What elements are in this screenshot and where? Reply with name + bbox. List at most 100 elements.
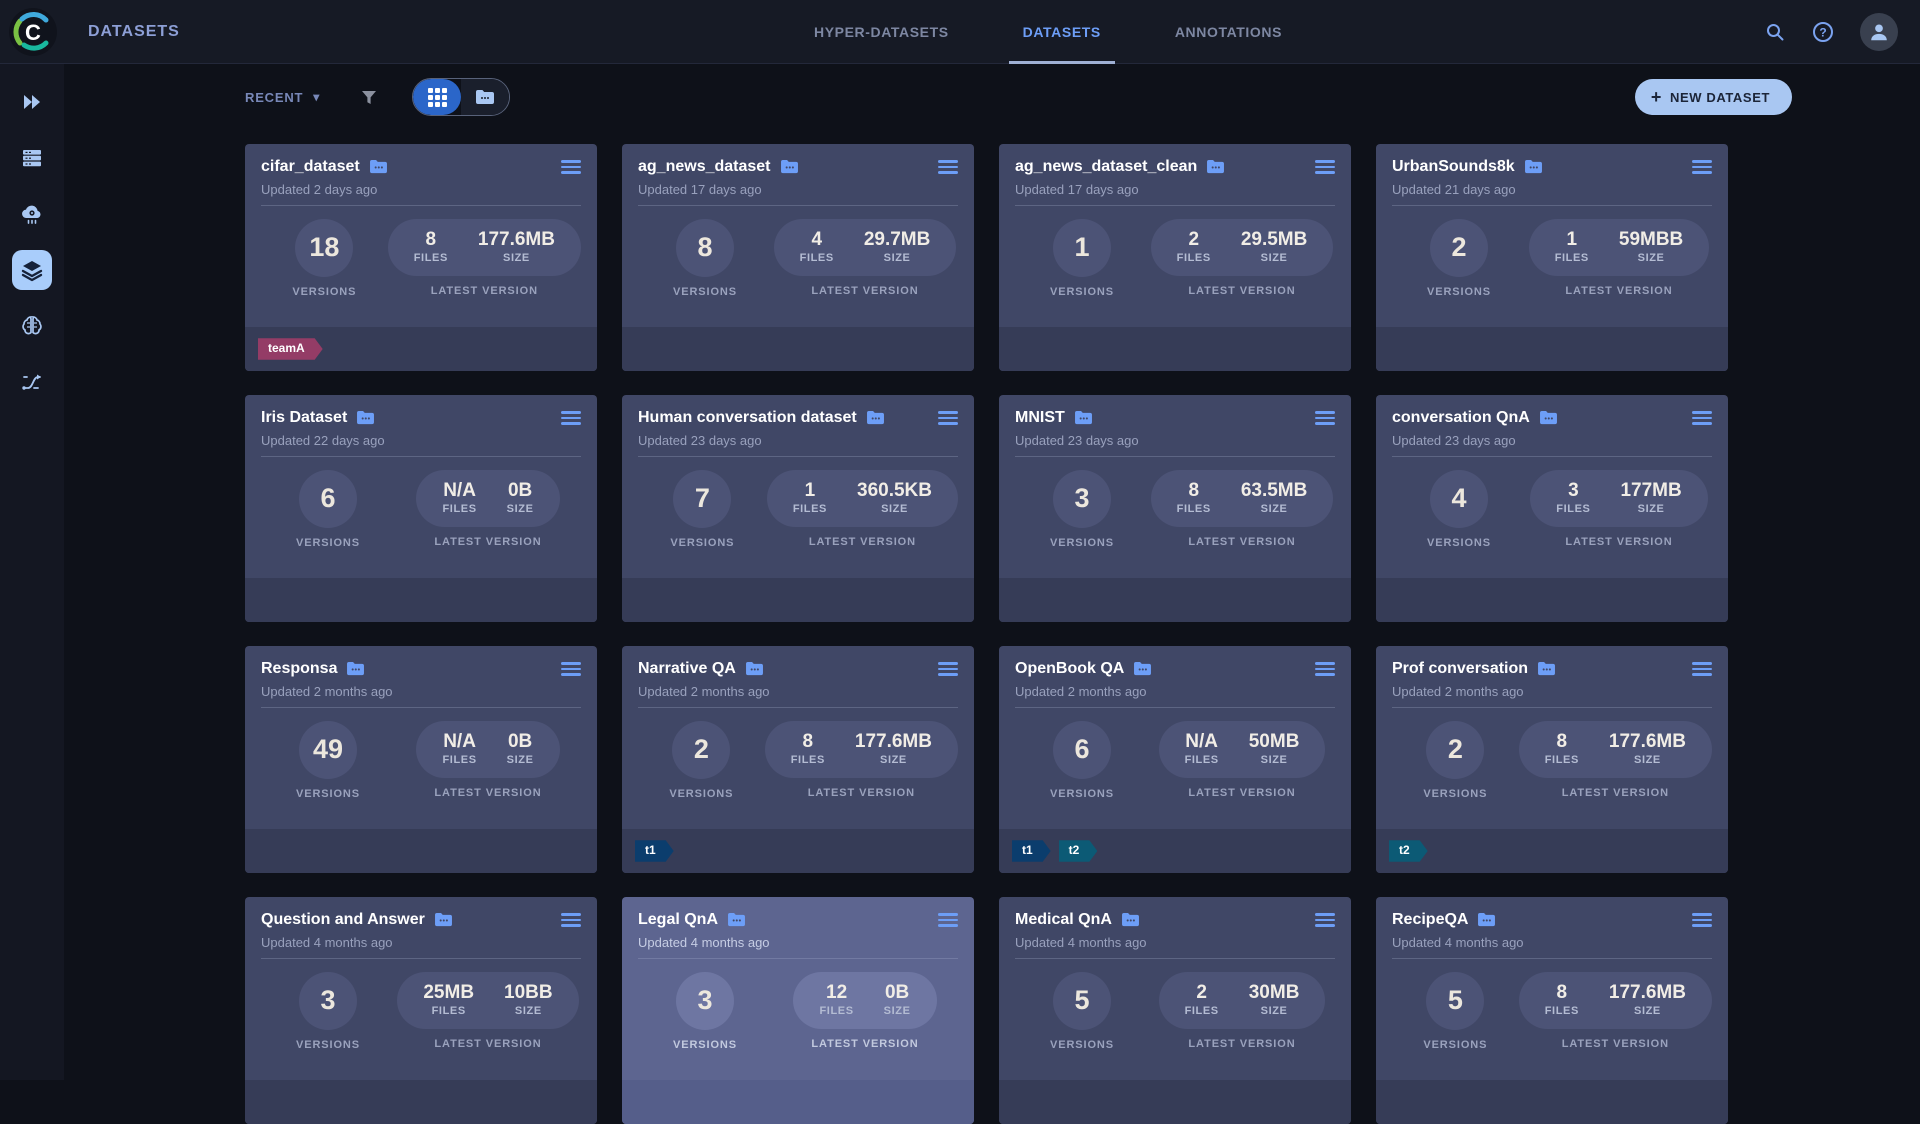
latest-version-pill: 2 FILES 30MB SIZE <box>1158 971 1326 1029</box>
sidebar-item-workers-queues[interactable] <box>12 138 52 178</box>
dataset-card[interactable]: Human conversation dataset Updated 23 da… <box>622 395 974 622</box>
dataset-tag[interactable]: t1 <box>1012 840 1051 861</box>
card-menu-button[interactable] <box>938 659 958 679</box>
card-menu-button[interactable] <box>1692 157 1712 177</box>
card-menu-button[interactable] <box>938 408 958 428</box>
versions-label: VERSIONS <box>295 1038 361 1051</box>
dataset-name[interactable]: Legal QnA <box>638 911 718 929</box>
size-value: 50MB <box>1248 730 1300 752</box>
size-label: SIZE <box>1260 1005 1288 1018</box>
tag-list <box>622 1080 974 1124</box>
dataset-name[interactable]: OpenBook QA <box>1015 660 1124 678</box>
files-label: FILES <box>431 1005 466 1018</box>
tag-list: t1 <box>622 829 974 873</box>
dataset-card[interactable]: cifar_dataset Updated 2 days ago 18 VERS… <box>245 144 597 371</box>
sidebar-item-projects[interactable] <box>12 82 52 122</box>
versions-label: VERSIONS <box>1049 285 1115 298</box>
dataset-card[interactable]: ag_news_dataset_clean Updated 17 days ag… <box>999 144 1351 371</box>
sidebar-item-models[interactable] <box>12 306 52 346</box>
tab-datasets[interactable]: DATASETS <box>1008 0 1116 64</box>
clearml-logo[interactable]: C <box>8 7 58 57</box>
dataset-name[interactable]: RecipeQA <box>1392 911 1468 929</box>
dataset-name[interactable]: Responsa <box>261 660 337 678</box>
dataset-tag[interactable]: t1 <box>635 840 674 861</box>
dataset-grid: cifar_dataset Updated 2 days ago 18 VERS… <box>245 144 1792 1124</box>
sidebar-item-pipelines[interactable] <box>12 362 52 402</box>
card-menu-button[interactable] <box>1315 157 1335 177</box>
card-menu-button[interactable] <box>1692 659 1712 679</box>
dataset-card[interactable]: Medical QnA Updated 4 months ago 5 VERSI… <box>999 897 1351 1124</box>
versions-label: VERSIONS <box>1426 536 1492 549</box>
latest-version-label: LATEST VERSION <box>1188 284 1296 297</box>
card-menu-button[interactable] <box>561 408 581 428</box>
files-label: FILES <box>442 503 477 516</box>
search-icon[interactable] <box>1764 21 1786 43</box>
card-menu-button[interactable] <box>1315 408 1335 428</box>
dataset-updated: Updated 4 months ago <box>1015 934 1147 950</box>
tab-annotations[interactable]: ANNOTATIONS <box>1161 0 1296 64</box>
dataset-name[interactable]: conversation QnA <box>1392 409 1530 427</box>
user-avatar[interactable] <box>1860 12 1898 51</box>
card-menu-button[interactable] <box>561 157 581 177</box>
versions-label: VERSIONS <box>669 787 734 800</box>
files-count: 8 <box>802 730 814 752</box>
dataset-name[interactable]: Iris Dataset <box>261 409 347 427</box>
dataset-name[interactable]: Question and Answer <box>261 911 425 929</box>
dataset-tag[interactable]: t2 <box>1059 840 1098 861</box>
card-menu-button[interactable] <box>938 910 958 930</box>
dataset-card[interactable]: Prof conversation Updated 2 months ago 2… <box>1376 646 1728 873</box>
latest-version-pill: 8 FILES 177.6MB SIZE <box>1518 971 1712 1029</box>
latest-version-pill: N/A FILES 0B SIZE <box>416 469 560 527</box>
dataset-name[interactable]: ag_news_dataset <box>638 158 771 176</box>
dataset-card[interactable]: ag_news_dataset Updated 17 days ago 8 VE… <box>622 144 974 371</box>
card-menu-button[interactable] <box>938 157 958 177</box>
dataset-name[interactable]: ag_news_dataset_clean <box>1015 158 1197 176</box>
view-mode-toggle <box>412 78 511 116</box>
card-menu-button[interactable] <box>1692 910 1712 930</box>
versions-count: 4 <box>1451 483 1467 513</box>
dataset-card[interactable]: UrbanSounds8k Updated 21 days ago 2 VERS… <box>1376 144 1728 371</box>
sort-dropdown[interactable]: RECENT ▾ <box>245 90 320 105</box>
card-menu-button[interactable] <box>1692 408 1712 428</box>
help-icon[interactable]: ? <box>1812 21 1834 43</box>
dataset-card[interactable]: OpenBook QA Updated 2 months ago 6 VERSI… <box>999 646 1351 873</box>
dataset-folder-icon <box>1538 661 1556 675</box>
sidebar-item-datasets[interactable] <box>12 250 52 290</box>
card-menu-button[interactable] <box>561 910 581 930</box>
dataset-card[interactable]: Narrative QA Updated 2 months ago 2 VERS… <box>622 646 974 873</box>
card-divider <box>638 204 958 206</box>
sidebar-item-autoscaler[interactable] <box>12 194 52 234</box>
dataset-card[interactable]: Responsa Updated 2 months ago 49 VERSION… <box>245 646 597 873</box>
dataset-name[interactable]: Medical QnA <box>1015 911 1112 929</box>
dataset-folder-icon <box>357 410 375 424</box>
dataset-tag[interactable]: t2 <box>1389 840 1428 861</box>
table-view-button[interactable] <box>461 79 510 115</box>
versions-count: 2 <box>693 734 709 764</box>
tag-list <box>622 327 974 371</box>
files-label: FILES <box>1176 252 1211 265</box>
card-menu-button[interactable] <box>561 659 581 679</box>
dataset-card[interactable]: Legal QnA Updated 4 months ago 3 VERSION… <box>622 897 974 1124</box>
filter-icon[interactable] <box>360 88 378 106</box>
new-dataset-button[interactable]: + NEW DATASET <box>1634 79 1792 115</box>
versions-label: VERSIONS <box>292 285 357 298</box>
tab-hyper-datasets[interactable]: HYPER-DATASETS <box>800 0 963 64</box>
dataset-tag[interactable]: teamA <box>258 338 323 359</box>
grid-view-button[interactable] <box>413 79 462 115</box>
dataset-name[interactable]: cifar_dataset <box>261 158 360 176</box>
dataset-name[interactable]: MNIST <box>1015 409 1065 427</box>
dataset-card[interactable]: conversation QnA Updated 23 days ago 4 V… <box>1376 395 1728 622</box>
dataset-name[interactable]: Prof conversation <box>1392 660 1528 678</box>
card-menu-button[interactable] <box>1315 910 1335 930</box>
dataset-card[interactable]: Iris Dataset Updated 22 days ago 6 VERSI… <box>245 395 597 622</box>
dataset-card[interactable]: RecipeQA Updated 4 months ago 5 VERSIONS <box>1376 897 1728 1124</box>
dataset-name[interactable]: UrbanSounds8k <box>1392 158 1515 176</box>
dataset-name[interactable]: Human conversation dataset <box>638 409 857 427</box>
files-label: FILES <box>442 754 477 767</box>
dataset-name[interactable]: Narrative QA <box>638 660 736 678</box>
card-menu-button[interactable] <box>1315 659 1335 679</box>
dataset-card[interactable]: Question and Answer Updated 4 months ago… <box>245 897 597 1124</box>
dataset-card[interactable]: MNIST Updated 23 days ago 3 VERSIONS 8 F… <box>999 395 1351 622</box>
size-label: SIZE <box>514 1005 542 1018</box>
size-value: 360.5KB <box>857 479 932 501</box>
